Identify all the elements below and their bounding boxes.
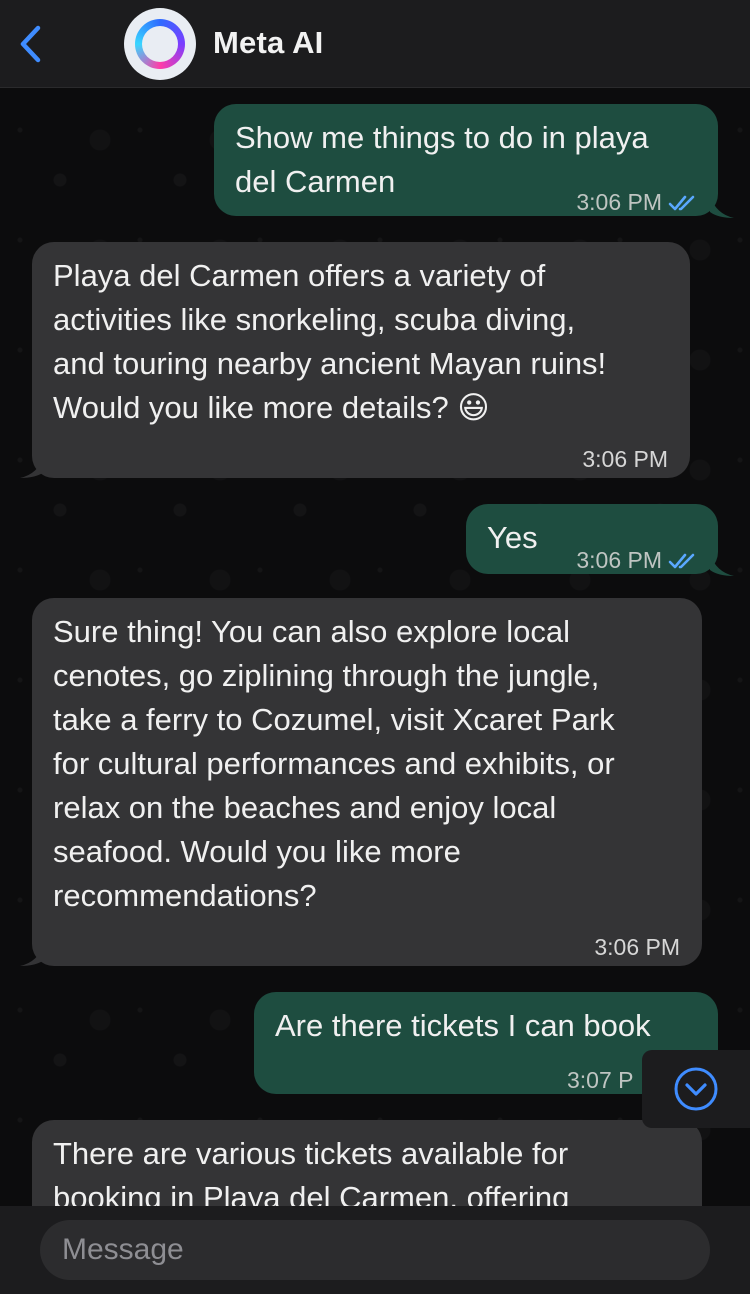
chevron-down-circle-icon [674, 1067, 718, 1111]
chat-header: Meta AI [0, 0, 750, 88]
message-time: 3:07 P [567, 1067, 634, 1093]
message-text: Sure thing! You can also explore local c… [53, 614, 615, 913]
meta-ai-ring-icon [135, 19, 185, 69]
avatar[interactable] [124, 8, 196, 80]
double-check-read-icon [668, 182, 698, 226]
message-time: 3:06 PM [576, 547, 662, 573]
message-meta: 3:06 PM [576, 180, 698, 226]
chevron-left-icon [20, 25, 41, 63]
chat-title[interactable]: Meta AI [213, 25, 324, 61]
message-text: Yes [487, 520, 538, 555]
message-time: 3:06 PM [594, 934, 680, 960]
back-button[interactable] [14, 22, 50, 66]
bubble-tail [710, 554, 734, 576]
incoming-message[interactable]: Sure thing! You can also explore local c… [20, 598, 702, 966]
outgoing-message[interactable]: Yes 3:06 PM [466, 504, 734, 576]
message-time: 3:06 PM [576, 189, 662, 215]
bubble-tail [20, 944, 44, 966]
bubble-tail [710, 196, 734, 218]
message-composer [0, 1206, 750, 1294]
double-check-read-icon [668, 540, 698, 584]
bubble-tail [20, 456, 44, 478]
scroll-to-bottom-button[interactable] [642, 1050, 750, 1128]
outgoing-message[interactable]: Show me things to do in playa del Carmen… [214, 104, 734, 218]
message-text: Are there tickets I can book [275, 1008, 651, 1043]
message-time: 3:06 PM [582, 446, 668, 472]
message-text: Playa del Carmen offers a variety of act… [53, 258, 607, 425]
message-input[interactable] [40, 1220, 710, 1280]
message-meta: 3:06 PM [576, 538, 698, 584]
incoming-message[interactable]: Playa del Carmen offers a variety of act… [20, 242, 690, 478]
